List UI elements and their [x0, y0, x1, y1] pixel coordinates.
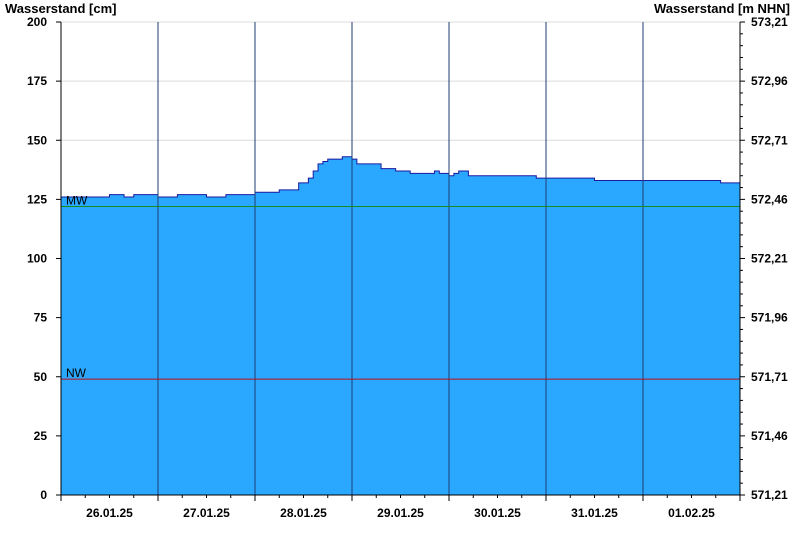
y-tick-label-right-2: 571,71: [751, 370, 788, 384]
x-tick-label-5: 31.01.25: [571, 506, 618, 520]
x-tick-label-1: 27.01.25: [183, 506, 230, 520]
y-tick-label-left-6: 150: [27, 133, 47, 147]
y-tick-label-left-8: 200: [27, 15, 47, 29]
x-tick-label-6: 01.02.25: [668, 506, 715, 520]
water-level-chart: Wasserstand [cm] Wasserstand [m NHN] MW N…: [5, 1, 790, 520]
x-tick-label-3: 29.01.25: [377, 506, 424, 520]
y-axis-title-right: Wasserstand [m NHN]: [654, 1, 790, 16]
y-tick-label-right-7: 572,96: [751, 74, 788, 88]
reference-label-mw: MW: [66, 193, 88, 207]
y-tick-label-right-8: 573,21: [751, 15, 788, 29]
water-level-area: [61, 156, 740, 495]
y-tick-label-right-1: 571,46: [751, 429, 788, 443]
y-tick-label-right-5: 572,46: [751, 192, 788, 206]
y-tick-label-right-3: 571,96: [751, 311, 788, 325]
y-tick-label-left-7: 175: [27, 74, 47, 88]
y-axis-title-left: Wasserstand [cm]: [5, 1, 117, 16]
y-tick-label-left-5: 125: [27, 192, 47, 206]
y-tick-label-right-0: 571,21: [751, 488, 788, 502]
y-tick-label-right-6: 572,71: [751, 133, 788, 147]
x-tick-label-0: 26.01.25: [86, 506, 133, 520]
x-tick-label-4: 30.01.25: [474, 506, 521, 520]
plot-area: MW NW: [61, 21, 741, 496]
y-tick-label-left-2: 50: [34, 370, 48, 384]
y-tick-label-right-4: 572,21: [751, 252, 788, 266]
y-tick-label-left-3: 75: [34, 311, 48, 325]
y-tick-label-left-4: 100: [27, 252, 47, 266]
y-tick-label-left-1: 25: [34, 429, 48, 443]
reference-label-nw: NW: [66, 366, 87, 380]
x-tick-label-2: 28.01.25: [280, 506, 327, 520]
y-tick-label-left-0: 0: [40, 488, 47, 502]
